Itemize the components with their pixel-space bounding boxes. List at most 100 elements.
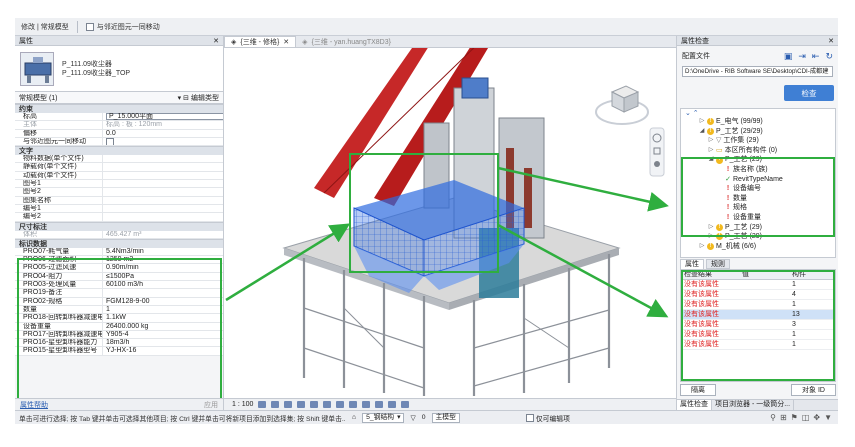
- expand-collapse-icon[interactable]: ⌄ ⌃: [681, 109, 835, 117]
- property-value[interactable]: 5.4Nm3/min: [103, 248, 223, 255]
- scale-label[interactable]: 1 : 100: [232, 401, 253, 408]
- property-value[interactable]: Y905-4: [103, 331, 223, 338]
- property-row[interactable]: 编号2: [15, 213, 223, 222]
- property-row[interactable]: 偏移 0.0: [15, 129, 223, 138]
- tree-item[interactable]: ▷! P_工艺 (29): [681, 232, 835, 242]
- property-value[interactable]: [103, 180, 223, 187]
- expanded-icon[interactable]: ◢: [708, 155, 714, 165]
- table-row[interactable]: 没有该属性 3: [681, 320, 835, 330]
- property-row[interactable]: 标高 P_15.000平面: [15, 113, 223, 122]
- property-row[interactable]: PRO05-过滤风速 0.90m/min: [15, 264, 223, 273]
- 3d-viewport[interactable]: ◈ {三维 - 修格} ✕ ◈ {三维 - yan.huangTX8D3} 1 …: [224, 36, 676, 410]
- property-value[interactable]: P_15.000平面: [103, 113, 223, 121]
- column-header-element[interactable]: 构件: [789, 270, 835, 279]
- property-row[interactable]: PRO17-回转卸料器减速电机...Y905-4: [15, 330, 223, 340]
- property-value[interactable]: 465.427 m³: [103, 231, 223, 238]
- tab-3d-other[interactable]: ◈ {三维 - yan.huangTX8D3}: [296, 36, 397, 47]
- property-row[interactable]: PRO06-过滤面积 1259 m2: [15, 256, 223, 265]
- tab-rules[interactable]: 规则: [706, 259, 730, 269]
- property-value[interactable]: [103, 172, 223, 179]
- property-row[interactable]: 设备重量 26400.000 kg: [15, 322, 223, 331]
- shadows-icon[interactable]: [297, 401, 306, 408]
- collapsed-icon[interactable]: ▷: [699, 117, 705, 127]
- property-row[interactable]: PRO07-耗气量 5.4Nm3/min: [15, 247, 223, 257]
- view-cube-icon[interactable]: [595, 85, 649, 125]
- editable-only-option[interactable]: 仅可编辑项: [525, 413, 570, 423]
- lock-view-icon[interactable]: [349, 401, 358, 408]
- collapsed-icon[interactable]: ▷: [699, 242, 705, 252]
- isolate-button[interactable]: 隔离: [680, 384, 716, 396]
- collapsed-icon[interactable]: ▷: [708, 136, 714, 146]
- tree-item[interactable]: ! 设备重量: [681, 213, 835, 223]
- property-value[interactable]: [103, 205, 223, 212]
- save-icon[interactable]: ▣: [784, 51, 793, 62]
- table-row[interactable]: 没有该属性 1: [681, 280, 835, 290]
- crop-view-icon[interactable]: [323, 401, 332, 408]
- select-by-face-icon[interactable]: ◫: [802, 413, 810, 422]
- property-row[interactable]: 与邻近图元一同移动: [15, 137, 223, 147]
- property-group-header[interactable]: 约束: [15, 104, 223, 113]
- visual-style-icon[interactable]: [271, 401, 280, 408]
- property-value[interactable]: FGM128-9-00: [103, 298, 223, 305]
- select-underlay-icon[interactable]: ⊞: [780, 413, 787, 422]
- reveal-hidden-icon[interactable]: [375, 401, 384, 408]
- property-value[interactable]: [103, 197, 223, 204]
- property-value[interactable]: 18m3/h: [103, 339, 223, 346]
- property-checkbox[interactable]: [106, 137, 114, 146]
- instance-filter[interactable]: 常规模型 (1) ▾ ⊟ 编辑类型: [15, 92, 223, 104]
- type-selector[interactable]: P_111.09收尘器 P_111.09收尘器_TOP: [15, 46, 223, 92]
- property-row[interactable]: 体积 465.427 m³: [15, 230, 223, 239]
- property-group-header[interactable]: 标识数据: [15, 238, 223, 248]
- property-value[interactable]: [103, 188, 223, 195]
- property-row[interactable]: 图集名称: [15, 196, 223, 205]
- table-row[interactable]: 没有该属性 13: [681, 310, 835, 320]
- tree-item[interactable]: ▷! M_机械 (6/6): [681, 242, 835, 252]
- tree-item[interactable]: ✓ RevitTypeName: [681, 175, 835, 185]
- table-row[interactable]: 没有该属性 1: [681, 340, 835, 350]
- collapsed-icon[interactable]: ▷: [708, 146, 714, 156]
- table-row[interactable]: 没有该属性 4: [681, 290, 835, 300]
- navigation-bar[interactable]: [649, 127, 665, 177]
- column-header-result[interactable]: 检查结果: [681, 270, 739, 279]
- property-row[interactable]: 数量 1: [15, 305, 223, 315]
- render-icon[interactable]: [310, 401, 319, 408]
- tab-property-check[interactable]: 属性检查: [677, 400, 712, 410]
- property-row[interactable]: PRO16-星型卸料器能力 18m3/h: [15, 339, 223, 348]
- property-row[interactable]: 静载荷(单个文件): [15, 163, 223, 172]
- close-icon[interactable]: ✕: [283, 38, 289, 46]
- property-row[interactable]: PRO02-规格 FGM128-9-00: [15, 297, 223, 306]
- tree-item[interactable]: ! 数量: [681, 194, 835, 204]
- property-row[interactable]: PRO03-处理风量 60100 m3/h: [15, 281, 223, 290]
- property-row[interactable]: PRO15-星型卸料器型号 YJ-HX-16: [15, 347, 223, 356]
- import-icon[interactable]: ⇥: [798, 51, 806, 62]
- check-button[interactable]: 检查: [784, 85, 834, 101]
- property-value[interactable]: 60100 m3/h: [103, 281, 223, 288]
- close-icon[interactable]: ✕: [213, 37, 219, 45]
- detail-level-icon[interactable]: [258, 401, 267, 408]
- level-input[interactable]: P_15.000平面: [106, 113, 223, 121]
- table-row[interactable]: 没有该属性 1: [681, 330, 835, 340]
- property-row[interactable]: PRO04-阻力 ≤1500Pa: [15, 272, 223, 282]
- tab-properties[interactable]: 属性: [680, 259, 704, 269]
- tree-item[interactable]: ◢! P_工艺 (29/29): [681, 127, 835, 137]
- check-results-tree[interactable]: ⌄ ⌃ ▷! E_电气 (99/99) ◢! P_工艺 (29/29) ▷ ▽ 工作集 (2…: [680, 108, 836, 258]
- tree-item[interactable]: ▷! P_工艺 (29): [681, 223, 835, 233]
- property-value[interactable]: 26400.000 kg: [103, 323, 223, 330]
- property-row[interactable]: 动载荷(单个文件): [15, 171, 223, 181]
- tree-item[interactable]: ▷ ▭ 本区所有构件 (0): [681, 146, 835, 156]
- config-path-field[interactable]: D:\OneDrive - RIB Software SE\Desktop\CD…: [682, 66, 833, 77]
- property-value[interactable]: [103, 137, 223, 146]
- property-value[interactable]: 1259 m2: [103, 256, 223, 263]
- property-value[interactable]: 0.90m/min: [103, 264, 223, 271]
- building-model-scene[interactable]: [224, 48, 676, 398]
- tree-item[interactable]: ◢! P_工艺 (29): [681, 155, 835, 165]
- tree-item[interactable]: ▷! E_电气 (99/99): [681, 117, 835, 127]
- collapsed-icon[interactable]: ▷: [708, 232, 714, 242]
- select-pinned-icon[interactable]: ⚑: [791, 413, 798, 422]
- workset-select[interactable]: 5_钢结构 ▾: [362, 412, 405, 423]
- tree-item[interactable]: ! 族名称 (族): [681, 165, 835, 175]
- object-id-button[interactable]: 对象 ID: [791, 384, 836, 396]
- tree-item[interactable]: ▷ ▽ 工作集 (29): [681, 136, 835, 146]
- column-header-value[interactable]: 值: [739, 270, 789, 279]
- property-value[interactable]: YJ-HX-16: [103, 347, 223, 354]
